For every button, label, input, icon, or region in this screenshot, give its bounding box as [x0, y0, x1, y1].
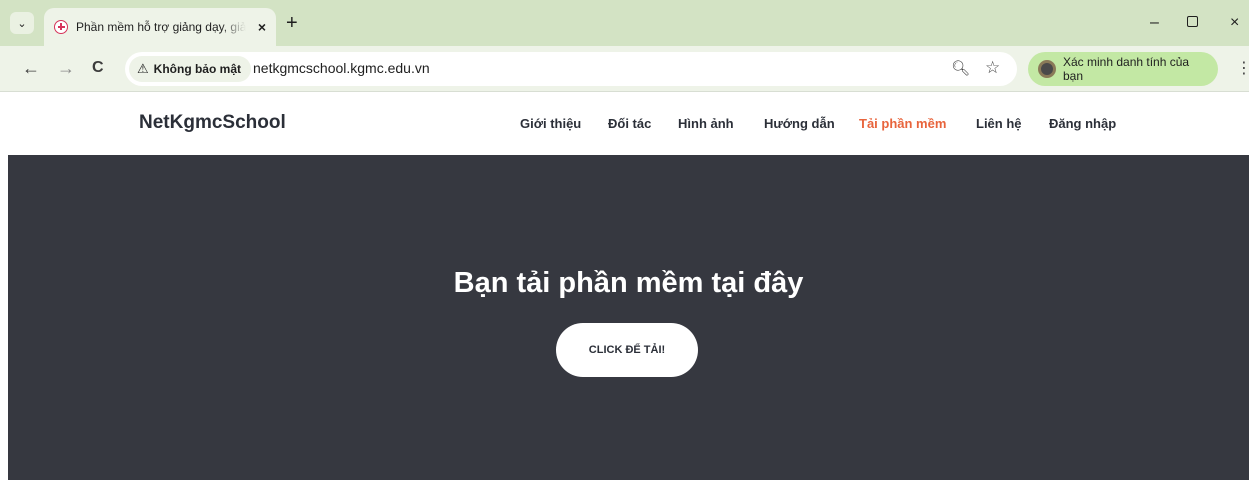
nav-item-doi-tac[interactable]: Đối tác [608, 116, 651, 131]
reload-button[interactable]: C [92, 58, 104, 78]
chevron-down-icon: ⌄ [17, 17, 27, 30]
restore-button[interactable] [1187, 16, 1198, 27]
window-close-button[interactable]: × [1230, 14, 1239, 32]
tab-close-icon[interactable]: × [258, 19, 266, 35]
browser-tabstrip: ⌄ Phần mềm hỗ trợ giảng dạy, giả × + – × [0, 0, 1249, 46]
browser-toolbar: ← → C ⚠ Không bảo mật netkgmcschool.kgmc… [0, 46, 1249, 92]
zoom-icon[interactable]: 🔍︎ [951, 59, 970, 77]
warning-icon: ⚠ [137, 61, 149, 76]
site-nav: Giới thiệu Đối tác Hình ảnh Hướng dẫn Tả… [8, 116, 1249, 134]
security-chip[interactable]: ⚠ Không bảo mật [129, 56, 251, 82]
download-button[interactable]: CLICK ĐỂ TẢI! [556, 323, 698, 377]
nav-item-dang-nhap[interactable]: Đăng nhập [1049, 116, 1116, 131]
security-label: Không bảo mật [153, 62, 241, 76]
new-tab-button[interactable]: + [286, 13, 298, 33]
tab-title: Phần mềm hỗ trợ giảng dạy, giả [76, 20, 246, 34]
site-header: NetKgmcSchool Giới thiệu Đối tác Hình ản… [8, 92, 1249, 155]
nav-item-gioi-thieu[interactable]: Giới thiệu [520, 116, 581, 131]
nav-item-tai-phan-mem[interactable]: Tải phần mềm [859, 116, 946, 131]
back-button[interactable]: ← [22, 58, 40, 78]
profile-avatar-icon [1038, 60, 1056, 78]
verify-identity-label: Xác minh danh tính của bạn [1063, 55, 1190, 83]
tab-search-button[interactable]: ⌄ [10, 12, 34, 34]
minimize-button[interactable]: – [1150, 14, 1159, 32]
nav-item-lien-he[interactable]: Liên hệ [976, 116, 1022, 131]
browser-tab[interactable]: Phần mềm hỗ trợ giảng dạy, giả × [44, 8, 276, 46]
verify-identity-button[interactable]: Xác minh danh tính của bạn [1028, 52, 1218, 86]
site-favicon-icon [54, 20, 68, 34]
hero-section: Bạn tải phần mềm tại đây CLICK ĐỂ TẢI! [8, 155, 1249, 480]
nav-item-huong-dan[interactable]: Hướng dẫn [764, 116, 835, 131]
nav-item-hinh-anh[interactable]: Hình ảnh [678, 116, 734, 131]
browser-menu-icon[interactable]: ⋮ [1236, 58, 1249, 78]
hero-title: Bạn tải phần mềm tại đây [453, 267, 804, 299]
bookmark-star-icon[interactable]: ☆ [985, 58, 1000, 78]
address-bar[interactable]: ⚠ Không bảo mật netkgmcschool.kgmc.edu.v… [125, 52, 1017, 86]
url-text[interactable]: netkgmcschool.kgmc.edu.vn [253, 60, 430, 76]
forward-button[interactable]: → [57, 58, 75, 78]
